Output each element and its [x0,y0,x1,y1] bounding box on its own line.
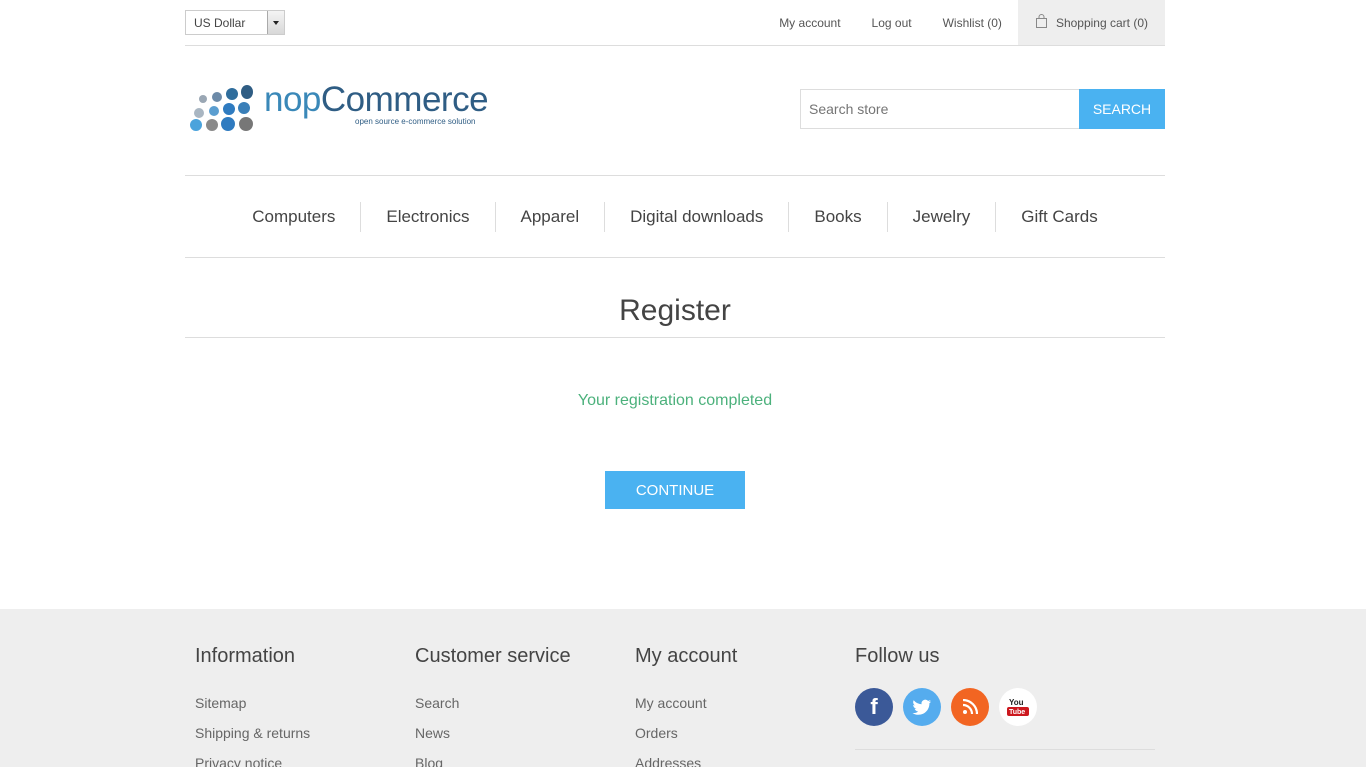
footer-information: Information Sitemap Shipping & returns P… [195,645,405,767]
menu-item-digital-downloads[interactable]: Digital downloads [605,202,790,232]
footer-my-account: My account My account Orders Addresses [635,645,845,767]
shopping-cart-label: Shopping cart (0) [1055,15,1148,30]
menu-item-jewelry[interactable]: Jewelry [888,202,997,232]
footer-divider [855,749,1155,750]
menu-item-apparel[interactable]: Apparel [496,202,606,232]
footer-link-shipping-returns[interactable]: Shipping & returns [195,718,405,748]
twitter-icon[interactable] [903,688,941,726]
search-input[interactable] [800,89,1080,129]
page-title: Register [619,294,731,327]
footer-follow-us: Follow us f You Tube [855,645,1155,726]
menu-item-electronics[interactable]: Electronics [361,202,496,232]
menu-item-computers[interactable]: Computers [227,202,362,232]
footer-link-sitemap[interactable]: Sitemap [195,688,405,718]
menu-item-books[interactable]: Books [789,202,888,232]
footer-link-my-account[interactable]: My account [635,688,845,718]
footer-link-news[interactable]: News [415,718,625,748]
footer-link-privacy-notice[interactable]: Privacy notice [195,748,405,767]
logo[interactable]: nopCommerce open source e-commerce solut… [188,80,498,136]
chevron-down-icon[interactable] [267,11,284,34]
wishlist-link[interactable]: Wishlist (0) [943,16,1002,30]
registration-result: Your registration completed [577,392,773,409]
top-menu: Computers Electronics Apparel Digital do… [185,177,1165,258]
social-links: f You Tube [855,688,1155,726]
currency-select[interactable]: US Dollar [185,10,285,35]
footer-customer-service-title: Customer service [415,645,571,667]
continue-button[interactable]: Continue [605,471,745,509]
header-links: My account Log out Wishlist (0) Shopping… [779,0,1165,45]
header-middle: nopCommerce open source e-commerce solut… [185,46,1165,176]
logo-subtitle: open source e-commerce solution [355,117,476,126]
facebook-icon[interactable]: f [855,688,893,726]
header-top-bar: US Dollar My account Log out Wishlist (0… [185,0,1165,46]
footer-link-addresses[interactable]: Addresses [635,748,845,767]
shopping-bag-icon [1035,13,1048,28]
svg-text:Tube: Tube [1009,709,1025,716]
logo-title: nopCommerce [264,80,489,119]
logo-dots-icon [190,85,253,131]
footer-link-search[interactable]: Search [415,688,625,718]
svg-text:You: You [1009,698,1024,707]
youtube-icon[interactable]: You Tube [999,688,1037,726]
shopping-cart-link[interactable]: Shopping cart (0) [1017,0,1165,45]
footer-customer-service: Customer service Search News Blog [415,645,625,767]
currency-value: US Dollar [194,16,246,30]
footer-link-orders[interactable]: Orders [635,718,845,748]
page-title-bar: Register [185,258,1165,338]
menu-item-gift-cards[interactable]: Gift Cards [996,202,1123,232]
footer: Information Sitemap Shipping & returns P… [0,609,1366,767]
rss-icon[interactable] [951,688,989,726]
footer-information-title: Information [195,645,296,667]
footer-link-blog[interactable]: Blog [415,748,625,767]
footer-follow-us-title: Follow us [855,645,940,667]
my-account-link[interactable]: My account [779,16,840,30]
search-button[interactable]: Search [1079,89,1165,129]
footer-my-account-title: My account [635,645,738,667]
log-out-link[interactable]: Log out [872,16,912,30]
